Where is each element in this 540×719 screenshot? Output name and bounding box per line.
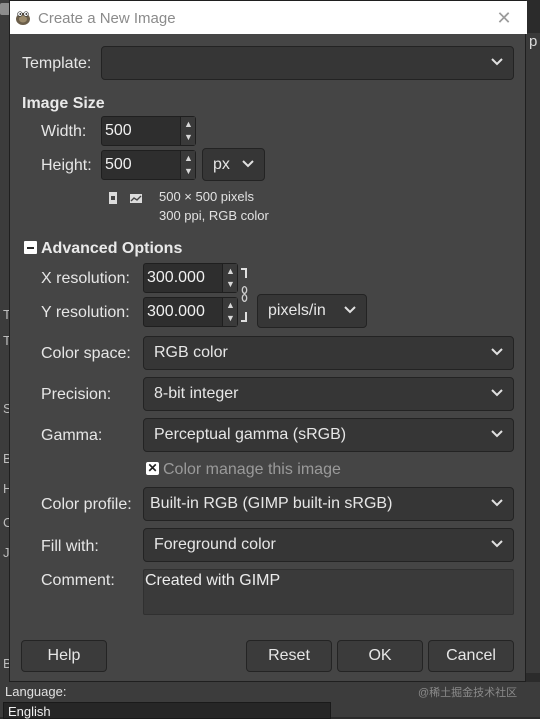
gamma-label: Gamma: xyxy=(41,427,103,444)
chevron-down-icon xyxy=(491,540,503,548)
fill-with-select[interactable]: Foreground color xyxy=(143,528,514,562)
chevron-down-icon xyxy=(491,499,503,507)
size-unit-select[interactable]: px xyxy=(202,148,265,181)
dialog-title: Create a New Image xyxy=(38,10,176,27)
advanced-options-heading[interactable]: Advanced Options xyxy=(41,240,182,258)
width-stepper[interactable]: ▲ ▼ xyxy=(180,117,195,145)
color-profile-value: Built-in RGB (GIMP built-in sRGB) xyxy=(150,495,393,512)
y-resolution-label: Y resolution: xyxy=(41,304,130,321)
increment-arrow-icon[interactable]: ▲ xyxy=(184,120,193,129)
background-menu-fragment: p xyxy=(529,33,538,50)
gamma-value: Perceptual gamma (sRGB) xyxy=(154,426,347,443)
increment-arrow-icon[interactable]: ▲ xyxy=(184,154,193,163)
precision-select[interactable]: 8-bit integer xyxy=(143,377,514,411)
landscape-icon[interactable] xyxy=(129,193,143,204)
x-resolution-stepper[interactable]: ▲ ▼ xyxy=(222,264,237,292)
language-select[interactable] xyxy=(3,702,331,719)
portrait-icon[interactable] xyxy=(107,191,119,205)
help-button[interactable]: Help xyxy=(21,640,107,672)
create-new-image-dialog: Create a New Image ✕ Template: Image Siz… xyxy=(9,0,527,682)
precision-value: 8-bit integer xyxy=(154,385,239,402)
y-resolution-value: 300.000 xyxy=(147,303,205,320)
color-manage-label[interactable]: Color manage this image xyxy=(163,461,341,479)
cancel-button[interactable]: Cancel xyxy=(428,640,514,672)
increment-arrow-icon[interactable]: ▲ xyxy=(226,301,235,310)
color-space-value: RGB color xyxy=(154,344,228,361)
fill-with-label: Fill with: xyxy=(41,538,99,555)
color-space-label: Color space: xyxy=(41,345,131,362)
gimp-wilber-icon xyxy=(16,11,30,25)
template-select[interactable] xyxy=(101,46,514,80)
image-resolution-info: 300 ppi, RGB color xyxy=(159,208,269,223)
fill-with-value: Foreground color xyxy=(154,536,276,553)
ok-button[interactable]: OK xyxy=(337,640,423,672)
comment-textarea[interactable]: Created with GIMP xyxy=(143,569,514,615)
x-resolution-value: 300.000 xyxy=(147,269,205,286)
gamma-select[interactable]: Perceptual gamma (sRGB) xyxy=(143,418,514,452)
height-value: 500 xyxy=(105,156,132,173)
close-icon: ✕ xyxy=(496,8,512,28)
image-size-heading: Image Size xyxy=(22,95,105,112)
color-space-select[interactable]: RGB color xyxy=(143,336,514,370)
background-window-right xyxy=(526,33,540,673)
resolution-unit-value: pixels/in xyxy=(268,302,326,319)
chevron-down-icon xyxy=(491,430,503,438)
comment-value: Created with GIMP xyxy=(145,572,281,589)
height-label: Height: xyxy=(41,157,92,174)
chevron-down-icon xyxy=(491,348,503,356)
x-resolution-spinbutton[interactable]: 300.000 ▲ ▼ xyxy=(143,263,238,293)
chevron-down-icon xyxy=(242,160,254,168)
background-window-edge xyxy=(0,0,9,717)
decrement-arrow-icon[interactable]: ▼ xyxy=(226,314,235,323)
y-resolution-stepper[interactable]: ▲ ▼ xyxy=(222,298,237,326)
width-label: Width: xyxy=(41,123,87,140)
width-spinbutton[interactable]: 500 ▲ ▼ xyxy=(101,116,196,146)
title-bar[interactable]: Create a New Image ✕ xyxy=(10,1,527,34)
chevron-down-icon xyxy=(491,58,503,66)
resolution-unit-select[interactable]: pixels/in xyxy=(257,294,367,328)
comment-label: Comment: xyxy=(41,572,115,589)
template-label: Template: xyxy=(22,55,92,72)
decrement-arrow-icon[interactable]: ▼ xyxy=(184,133,193,142)
watermark: @稀土掘金技术社区 xyxy=(418,687,518,699)
minus-box-icon[interactable] xyxy=(24,241,37,254)
color-profile-select[interactable]: Built-in RGB (GIMP built-in sRGB) xyxy=(143,487,514,521)
height-stepper[interactable]: ▲ ▼ xyxy=(180,151,195,179)
reset-button[interactable]: Reset xyxy=(246,640,332,672)
height-spinbutton[interactable]: 500 ▲ ▼ xyxy=(101,150,196,180)
increment-arrow-icon[interactable]: ▲ xyxy=(226,267,235,276)
precision-label: Precision: xyxy=(41,386,112,403)
color-manage-checkbox[interactable]: ✕ xyxy=(146,462,159,475)
decrement-arrow-icon[interactable]: ▼ xyxy=(226,280,235,289)
close-button[interactable]: ✕ xyxy=(492,6,516,30)
chevron-down-icon xyxy=(344,306,356,314)
width-value: 500 xyxy=(105,122,132,139)
x-resolution-label: X resolution: xyxy=(41,270,130,287)
color-profile-label: Color profile: xyxy=(41,496,132,513)
size-unit-value: px xyxy=(213,156,230,173)
language-label: Language: xyxy=(5,684,67,699)
chain-link-icon[interactable] xyxy=(240,268,250,324)
image-dimensions-info: 500 × 500 pixels xyxy=(159,189,255,204)
decrement-arrow-icon[interactable]: ▼ xyxy=(184,167,193,176)
y-resolution-spinbutton[interactable]: 300.000 ▲ ▼ xyxy=(143,297,238,327)
chevron-down-icon xyxy=(491,389,503,397)
